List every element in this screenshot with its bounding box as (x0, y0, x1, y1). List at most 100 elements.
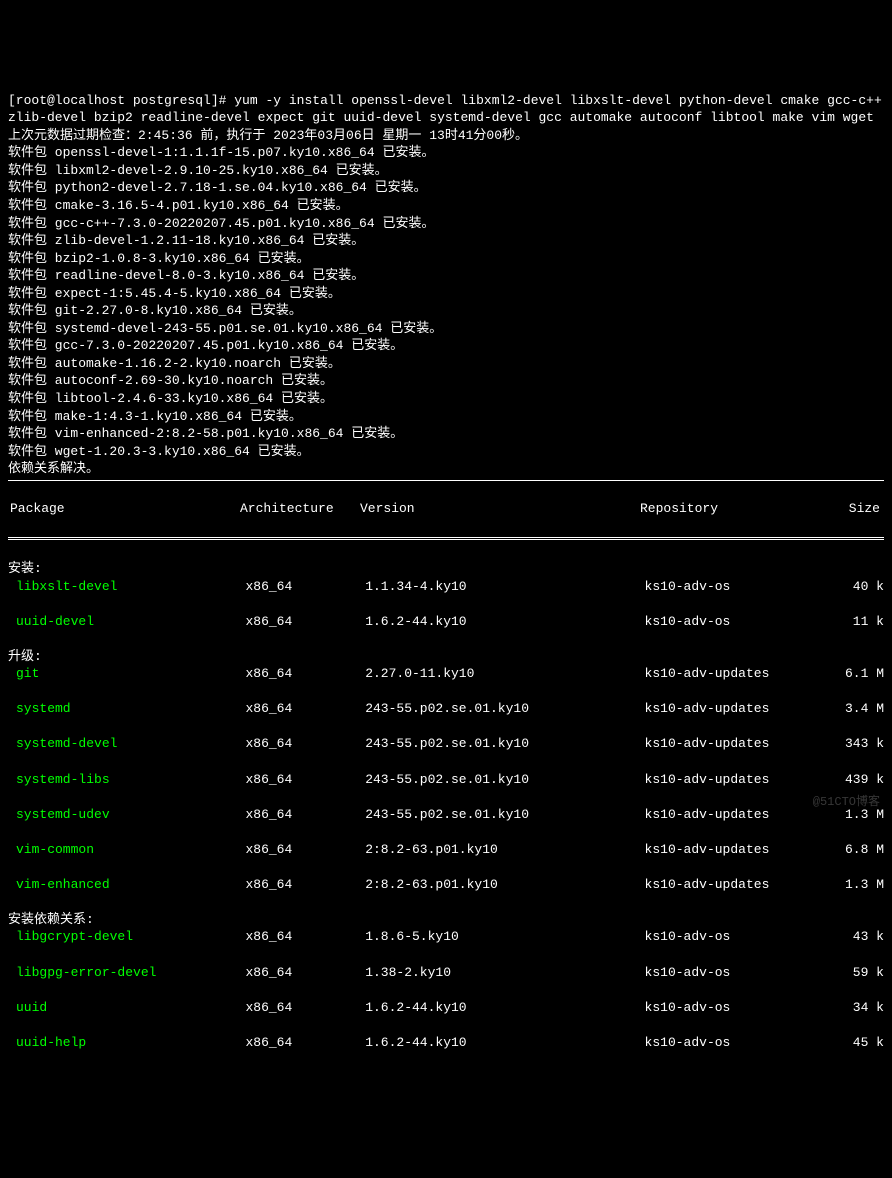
col-repo: Repository (640, 500, 820, 518)
pkg-name: vim-common (8, 841, 245, 859)
table-row: systemd-develx86_64243-55.p02.se.01.ky10… (8, 735, 884, 753)
table-header: PackageArchitectureVersionRepositorySize (8, 500, 884, 518)
pkg-version: 1.38-2.ky10 (365, 964, 644, 982)
col-package: Package (8, 500, 240, 518)
dep-rows: libgcrypt-develx86_641.8.6-5.ky10ks10-ad… (8, 928, 884, 1051)
pkg-version: 243-55.p02.se.01.ky10 (365, 735, 644, 753)
table-row: vim-commonx86_642:8.2-63.p01.ky10ks10-ad… (8, 841, 884, 859)
pkg-size: 59 k (824, 964, 884, 982)
shell-prompt: [root@localhost postgresql]# (8, 93, 234, 108)
pkg-arch: x86_64 (245, 1034, 365, 1052)
pkg-version: 1.1.34-4.ky10 (365, 578, 644, 596)
installed-line: 软件包 wget-1.20.3-3.ky10.x86_64 已安装。 (8, 444, 310, 459)
installed-line: 软件包 cmake-3.16.5-4.p01.ky10.x86_64 已安装。 (8, 198, 349, 213)
pkg-name: systemd-udev (8, 806, 245, 824)
pkg-name: uuid-help (8, 1034, 245, 1052)
table-row: systemd-udevx86_64243-55.p02.se.01.ky10k… (8, 806, 884, 824)
installed-line: 软件包 bzip2-1.0.8-3.ky10.x86_64 已安装。 (8, 251, 310, 266)
divider-double (8, 537, 884, 540)
pkg-version: 2:8.2-63.p01.ky10 (365, 876, 644, 894)
pkg-repo: ks10-adv-os (645, 999, 825, 1017)
pkg-name: libxslt-devel (8, 578, 245, 596)
installed-line: 软件包 git-2.27.0-8.ky10.x86_64 已安装。 (8, 303, 302, 318)
terminal-output: [root@localhost postgresql]# yum -y inst… (8, 74, 884, 1051)
pkg-version: 1.6.2-44.ky10 (365, 999, 644, 1017)
pkg-size: 43 k (824, 928, 884, 946)
dep-resolved: 依赖关系解决。 (8, 461, 99, 476)
installed-line: 软件包 make-1:4.3-1.ky10.x86_64 已安装。 (8, 409, 302, 424)
installed-line: 软件包 readline-devel-8.0-3.ky10.x86_64 已安装… (8, 268, 364, 283)
table-row: libxslt-develx86_641.1.34-4.ky10ks10-adv… (8, 578, 884, 596)
table-row: libgcrypt-develx86_641.8.6-5.ky10ks10-ad… (8, 928, 884, 946)
pkg-arch: x86_64 (245, 613, 365, 631)
pkg-name: systemd-devel (8, 735, 245, 753)
pkg-version: 1.6.2-44.ky10 (365, 613, 644, 631)
pkg-size: 343 k (824, 735, 884, 753)
installed-line: 软件包 gcc-7.3.0-20220207.45.p01.ky10.x86_6… (8, 338, 403, 353)
table-row: uuid-helpx86_641.6.2-44.ky10ks10-adv-os4… (8, 1034, 884, 1052)
pkg-name: git (8, 665, 245, 683)
pkg-arch: x86_64 (245, 771, 365, 789)
pkg-size: 6.1 M (824, 665, 884, 683)
pkg-arch: x86_64 (245, 665, 365, 683)
pkg-arch: x86_64 (245, 876, 365, 894)
pkg-name: uuid-devel (8, 613, 245, 631)
col-version: Version (360, 500, 640, 518)
installed-line: 软件包 python2-devel-2.7.18-1.se.04.ky10.x8… (8, 180, 427, 195)
pkg-name: libgpg-error-devel (8, 964, 245, 982)
table-row: vim-enhancedx86_642:8.2-63.p01.ky10ks10-… (8, 876, 884, 894)
pkg-size: 34 k (824, 999, 884, 1017)
pkg-arch: x86_64 (245, 928, 365, 946)
pkg-size: 6.8 M (824, 841, 884, 859)
pkg-version: 1.6.2-44.ky10 (365, 1034, 644, 1052)
installed-line: 软件包 autoconf-2.69-30.ky10.noarch 已安装。 (8, 373, 333, 388)
pkg-arch: x86_64 (245, 964, 365, 982)
pkg-arch: x86_64 (245, 806, 365, 824)
pkg-repo: ks10-adv-updates (645, 841, 825, 859)
pkg-name: uuid (8, 999, 245, 1017)
pkg-name: systemd (8, 700, 245, 718)
install-rows: libxslt-develx86_641.1.34-4.ky10ks10-adv… (8, 578, 884, 648)
pkg-name: vim-enhanced (8, 876, 245, 894)
table-row: uuidx86_641.6.2-44.ky10ks10-adv-os34 k (8, 999, 884, 1017)
pkg-version: 243-55.p02.se.01.ky10 (365, 771, 644, 789)
table-row: uuid-develx86_641.6.2-44.ky10ks10-adv-os… (8, 613, 884, 631)
pkg-repo: ks10-adv-updates (645, 700, 825, 718)
installed-line: 软件包 vim-enhanced-2:8.2-58.p01.ky10.x86_6… (8, 426, 403, 441)
pkg-name: libgcrypt-devel (8, 928, 245, 946)
section-upgrade: 升级: (8, 649, 42, 664)
watermark: @51CTO博客 (813, 794, 880, 810)
already-installed-list: 软件包 openssl-devel-1:1.1.1f-15.p07.ky10.x… (8, 144, 884, 460)
installed-line: 软件包 zlib-devel-1.2.11-18.ky10.x86_64 已安装… (8, 233, 364, 248)
table-row: systemdx86_64243-55.p02.se.01.ky10ks10-a… (8, 700, 884, 718)
pkg-version: 1.8.6-5.ky10 (365, 928, 644, 946)
col-arch: Architecture (240, 500, 360, 518)
pkg-repo: ks10-adv-os (645, 613, 825, 631)
installed-line: 软件包 gcc-c++-7.3.0-20220207.45.p01.ky10.x… (8, 216, 434, 231)
pkg-repo: ks10-adv-updates (645, 771, 825, 789)
pkg-repo: ks10-adv-updates (645, 806, 825, 824)
col-size: Size (820, 500, 880, 518)
pkg-repo: ks10-adv-os (645, 578, 825, 596)
pkg-size: 11 k (824, 613, 884, 631)
pkg-repo: ks10-adv-os (645, 928, 825, 946)
installed-line: 软件包 systemd-devel-243-55.p01.se.01.ky10.… (8, 321, 442, 336)
upgrade-rows: gitx86_642.27.0-11.ky10ks10-adv-updates6… (8, 665, 884, 911)
section-install: 安装: (8, 561, 42, 576)
pkg-arch: x86_64 (245, 700, 365, 718)
installed-line: 软件包 libxml2-devel-2.9.10-25.ky10.x86_64 … (8, 163, 388, 178)
pkg-repo: ks10-adv-updates (645, 735, 825, 753)
pkg-repo: ks10-adv-os (645, 1034, 825, 1052)
pkg-size: 45 k (824, 1034, 884, 1052)
pkg-version: 2:8.2-63.p01.ky10 (365, 841, 644, 859)
pkg-arch: x86_64 (245, 999, 365, 1017)
section-deps: 安装依赖关系: (8, 912, 94, 927)
pkg-repo: ks10-adv-os (645, 964, 825, 982)
pkg-size: 439 k (824, 771, 884, 789)
installed-line: 软件包 automake-1.16.2-2.ky10.noarch 已安装。 (8, 356, 341, 371)
pkg-version: 243-55.p02.se.01.ky10 (365, 806, 644, 824)
installed-line: 软件包 expect-1:5.45.4-5.ky10.x86_64 已安装。 (8, 286, 341, 301)
pkg-repo: ks10-adv-updates (645, 876, 825, 894)
pkg-arch: x86_64 (245, 578, 365, 596)
pkg-version: 243-55.p02.se.01.ky10 (365, 700, 644, 718)
